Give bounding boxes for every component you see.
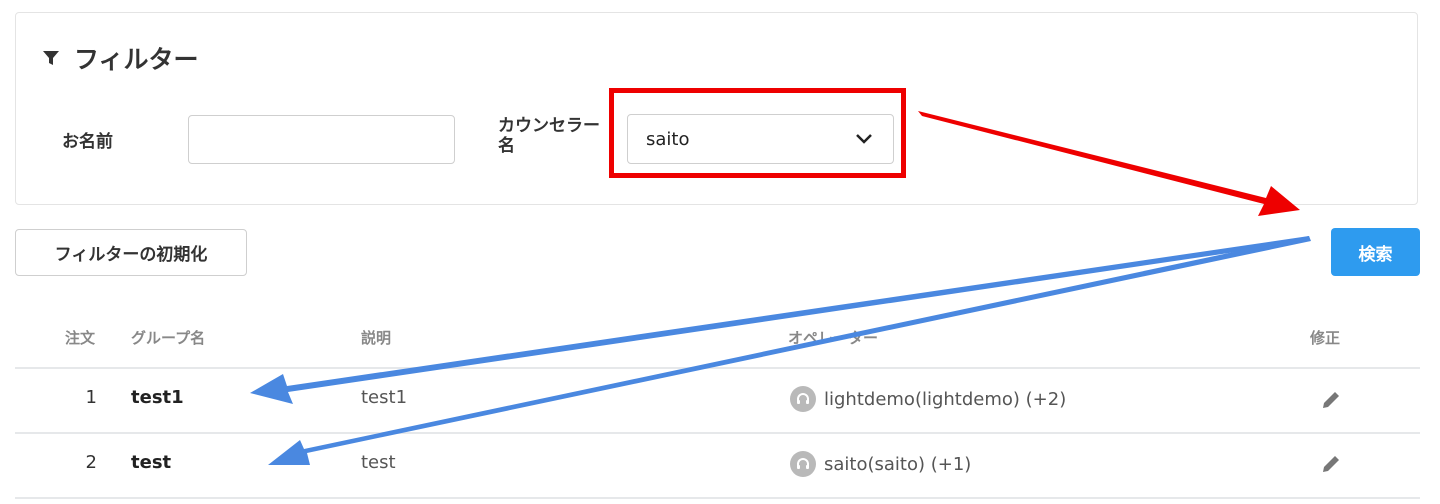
header-description: 説明	[361, 329, 392, 347]
headset-icon	[790, 451, 816, 477]
counselor-label: カウンセラー名	[498, 116, 600, 156]
row-operator-text: lightdemo(lightdemo) (+2)	[824, 388, 1067, 410]
name-input[interactable]	[188, 115, 455, 164]
name-label: お名前	[62, 132, 113, 152]
row-order: 2	[85, 452, 97, 473]
blue-arrow-row2	[268, 236, 1311, 465]
pencil-icon[interactable]	[1320, 389, 1342, 411]
headset-icon	[790, 386, 816, 412]
header-group: グループ名	[131, 329, 206, 347]
row-description: test1	[361, 387, 408, 408]
filter-title-text: フィルター	[74, 45, 199, 74]
row-operator-text: saito(saito) (+1)	[824, 453, 972, 475]
row-divider	[15, 432, 1420, 434]
row-description: test	[361, 452, 396, 473]
row-group-name: test	[131, 452, 172, 473]
row-group-name: test1	[131, 387, 184, 408]
row-divider	[15, 367, 1420, 369]
header-edit: 修正	[1310, 329, 1341, 347]
row-divider	[15, 497, 1420, 499]
highlight-box	[609, 88, 906, 178]
header-operator: オペレーター	[788, 329, 879, 347]
filter-title: フィルター	[42, 40, 199, 76]
reset-filter-button[interactable]: フィルターの初期化	[15, 229, 247, 276]
blue-arrow-row1	[250, 236, 1310, 404]
row-operator: saito(saito) (+1)	[790, 451, 971, 477]
funnel-icon	[43, 51, 59, 65]
pencil-icon[interactable]	[1320, 453, 1342, 475]
header-order: 注文	[65, 329, 96, 347]
search-button[interactable]: 検索	[1331, 228, 1420, 276]
row-operator: lightdemo(lightdemo) (+2)	[790, 386, 1066, 412]
row-order: 1	[85, 387, 97, 408]
